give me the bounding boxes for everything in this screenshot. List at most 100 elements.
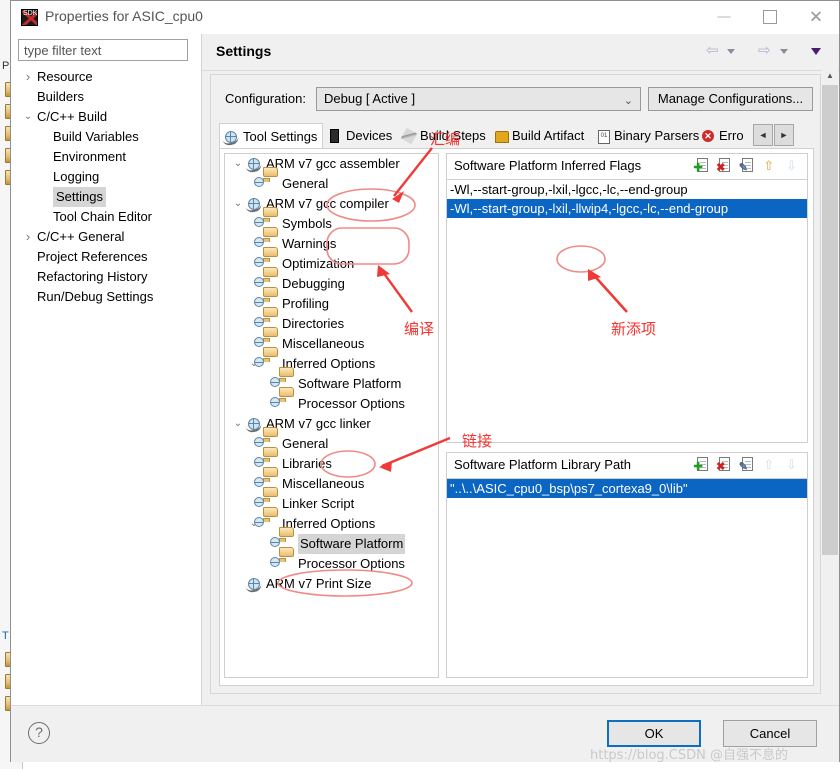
search-input[interactable]: type filter text	[18, 39, 188, 61]
sidebar-item-run-debug-settings[interactable]: Run/Debug Settings	[11, 287, 200, 307]
configuration-select[interactable]: Debug [ Active ] ⌄	[316, 87, 641, 111]
sidebar-item-label: C/C++ Build	[37, 109, 108, 124]
tab-build-artifact[interactable]: Build Artifact	[489, 123, 591, 149]
sidebar-item-c-c-build[interactable]: ⌄ C/C++ Build	[11, 107, 200, 127]
sidebar-item-label: Build Variables	[53, 129, 139, 144]
tab-label: Build Artifact	[512, 128, 585, 143]
sidebar-item-logging[interactable]: Logging	[11, 167, 200, 187]
maximize-button[interactable]	[747, 1, 793, 33]
tool-tree-item-arm-v7-gcc-compiler[interactable]: ⌄ ARM v7 gcc compiler	[225, 194, 438, 214]
tool-tree-item-symbols[interactable]: Symbols	[225, 207, 438, 234]
tab-scroll-left-icon[interactable]: ◄	[753, 124, 773, 146]
sidebar-item-refactoring-history[interactable]: Refactoring History	[11, 267, 200, 287]
tool-tree-item-miscellaneous[interactable]: Miscellaneous	[225, 467, 438, 494]
tab-build-steps[interactable]: Build Steps	[397, 123, 489, 149]
forward-arrow-icon[interactable]	[758, 41, 773, 61]
chevron-right-icon[interactable]: ›	[19, 227, 37, 247]
sidebar-item-settings[interactable]: Settings	[11, 187, 200, 207]
scrollbar-thumb[interactable]	[822, 85, 838, 555]
chevron-down-icon[interactable]: ⌄	[231, 154, 245, 174]
configuration-row: Configuration: Debug [ Active ] ⌄ Manage…	[211, 75, 820, 123]
inferred-flags-header: Software Platform Inferred Flags ✚ ✖ ✎ ⇧…	[447, 154, 807, 180]
sidebar-item-resource[interactable]: › Resource	[11, 67, 200, 87]
tool-tree-item-arm-v7-gcc-assembler[interactable]: ⌄ ARM v7 gcc assembler	[225, 154, 438, 174]
library-path-row[interactable]: "..\..\ASIC_cpu0_bsp\ps7_cortexa9_0\lib"	[447, 479, 807, 498]
tool-tree-item-optimization[interactable]: Optimization	[225, 247, 438, 274]
tool-tree-item-label: ARM v7 Print Size	[266, 576, 372, 591]
inferred-flag-row[interactable]: -Wl,--start-group,-lxil,-lgcc,-lc,--end-…	[447, 180, 807, 199]
sidebar-item-label: Settings	[53, 187, 106, 207]
tool-tree-item-arm-v7-gcc-linker[interactable]: ⌄ ARM v7 gcc linker	[225, 414, 438, 434]
move-down-icon[interactable]: ⇩	[784, 157, 802, 174]
tool-tree-item-software-platform[interactable]: Software Platform	[225, 367, 438, 394]
move-down-icon[interactable]: ⇩	[784, 456, 802, 473]
folder-icon	[254, 167, 279, 191]
tool-tree-item-arm-v7-print-size[interactable]: ARM v7 Print Size	[225, 574, 438, 594]
move-up-icon[interactable]: ⇧	[761, 456, 779, 473]
delete-icon[interactable]: ✖	[716, 456, 734, 473]
folder-icon	[254, 347, 279, 371]
sidebar-item-c-c-general[interactable]: › C/C++ General	[11, 227, 200, 247]
close-icon[interactable]: ✕	[793, 1, 839, 33]
chevron-right-icon[interactable]: ›	[19, 67, 37, 87]
tab-binary-parsers[interactable]: 01 Binary Parsers	[591, 123, 699, 149]
tool-tree-item-inferred-options[interactable]: ⌄Inferred Options	[225, 347, 438, 374]
tool-tree-item-miscellaneous[interactable]: Miscellaneous	[225, 327, 438, 354]
manage-configurations-button[interactable]: Manage Configurations...	[648, 87, 813, 111]
bg-window-letter-p: P	[2, 60, 10, 72]
sidebar-item-build-variables[interactable]: Build Variables	[11, 127, 200, 147]
tool-tree-item-general[interactable]: General	[225, 427, 438, 454]
delete-icon[interactable]: ✖	[716, 157, 734, 174]
vertical-scrollbar[interactable]: ▲ ▼	[822, 68, 838, 737]
edit-icon[interactable]: ✎	[739, 456, 757, 473]
minimize-button[interactable]	[701, 1, 747, 33]
tab-scroll-right-icon[interactable]: ►	[774, 124, 794, 146]
forward-dropdown-icon[interactable]	[776, 45, 792, 60]
tool-tree-item-label: Processor Options	[298, 396, 405, 411]
help-icon[interactable]: ?	[28, 722, 50, 744]
sidebar-item-label: Run/Debug Settings	[37, 289, 154, 304]
sidebar-item-tool-chain-editor[interactable]: Tool Chain Editor	[11, 207, 200, 227]
tool-tree-item-directories[interactable]: Directories	[225, 307, 438, 334]
tool-tree-item-debugging[interactable]: Debugging	[225, 267, 438, 294]
tool-tree-item-inferred-options[interactable]: ⌄Inferred Options	[225, 507, 438, 534]
tab-devices[interactable]: Devices	[323, 123, 397, 149]
sidebar-item-project-references[interactable]: Project References	[11, 247, 200, 267]
library-path-rows: "..\..\ASIC_cpu0_bsp\ps7_cortexa9_0\lib"	[447, 479, 807, 498]
inferred-flag-row[interactable]: -Wl,--start-group,-lxil,-llwip4,-lgcc,-l…	[447, 199, 807, 218]
sidebar-item-label: Resource	[37, 69, 93, 84]
ok-button[interactable]: OK	[607, 720, 701, 747]
tab-erro[interactable]: ✕ Erro	[696, 123, 751, 149]
tool-tree-item-processor-options[interactable]: Processor Options	[225, 547, 438, 574]
tool-tree-item-linker-script[interactable]: Linker Script	[225, 487, 438, 514]
tool-tree-item-processor-options[interactable]: Processor Options	[225, 387, 438, 414]
tool-tree-item-label: Debugging	[282, 276, 345, 291]
tool-tree-item-label: ARM v7 gcc assembler	[266, 156, 400, 171]
sidebar-item-environment[interactable]: Environment	[11, 147, 200, 167]
edit-icon[interactable]: ✎	[739, 157, 757, 174]
tool-tree-item-software-platform[interactable]: Software Platform	[225, 527, 438, 554]
chevron-down-icon[interactable]: ⌄	[231, 194, 245, 214]
inferred-flags-toolbar: ✚ ✖ ✎ ⇧ ⇩	[693, 157, 803, 174]
cancel-button[interactable]: Cancel	[723, 720, 817, 747]
tool-tree-item-label: Symbols	[282, 216, 332, 231]
chevron-down-icon[interactable]: ⌄	[231, 414, 245, 434]
chevron-down-icon[interactable]: ⌄	[19, 107, 37, 127]
sidebar-item-label: C/C++ General	[37, 229, 125, 244]
tool-tree-item-label: Miscellaneous	[282, 476, 365, 491]
chip-icon	[327, 129, 343, 143]
back-dropdown-icon[interactable]	[723, 45, 739, 60]
tool-tree-item-warnings[interactable]: Warnings	[225, 227, 438, 254]
tool-tree-item-profiling[interactable]: Profiling	[225, 287, 438, 314]
crown-icon	[493, 129, 509, 143]
tool-tree-item-libraries[interactable]: Libraries	[225, 447, 438, 474]
scroll-up-icon[interactable]: ▲	[822, 68, 838, 84]
view-menu-icon[interactable]	[811, 45, 821, 60]
add-icon[interactable]: ✚	[694, 157, 712, 174]
tool-tree-item-general[interactable]: General	[225, 167, 438, 194]
move-up-icon[interactable]: ⇧	[761, 157, 779, 174]
back-arrow-icon[interactable]	[706, 41, 721, 61]
add-icon[interactable]: ✚	[694, 456, 712, 473]
sidebar-item-builders[interactable]: Builders	[11, 87, 200, 107]
tab-tool-settings[interactable]: Tool Settings	[219, 123, 323, 149]
